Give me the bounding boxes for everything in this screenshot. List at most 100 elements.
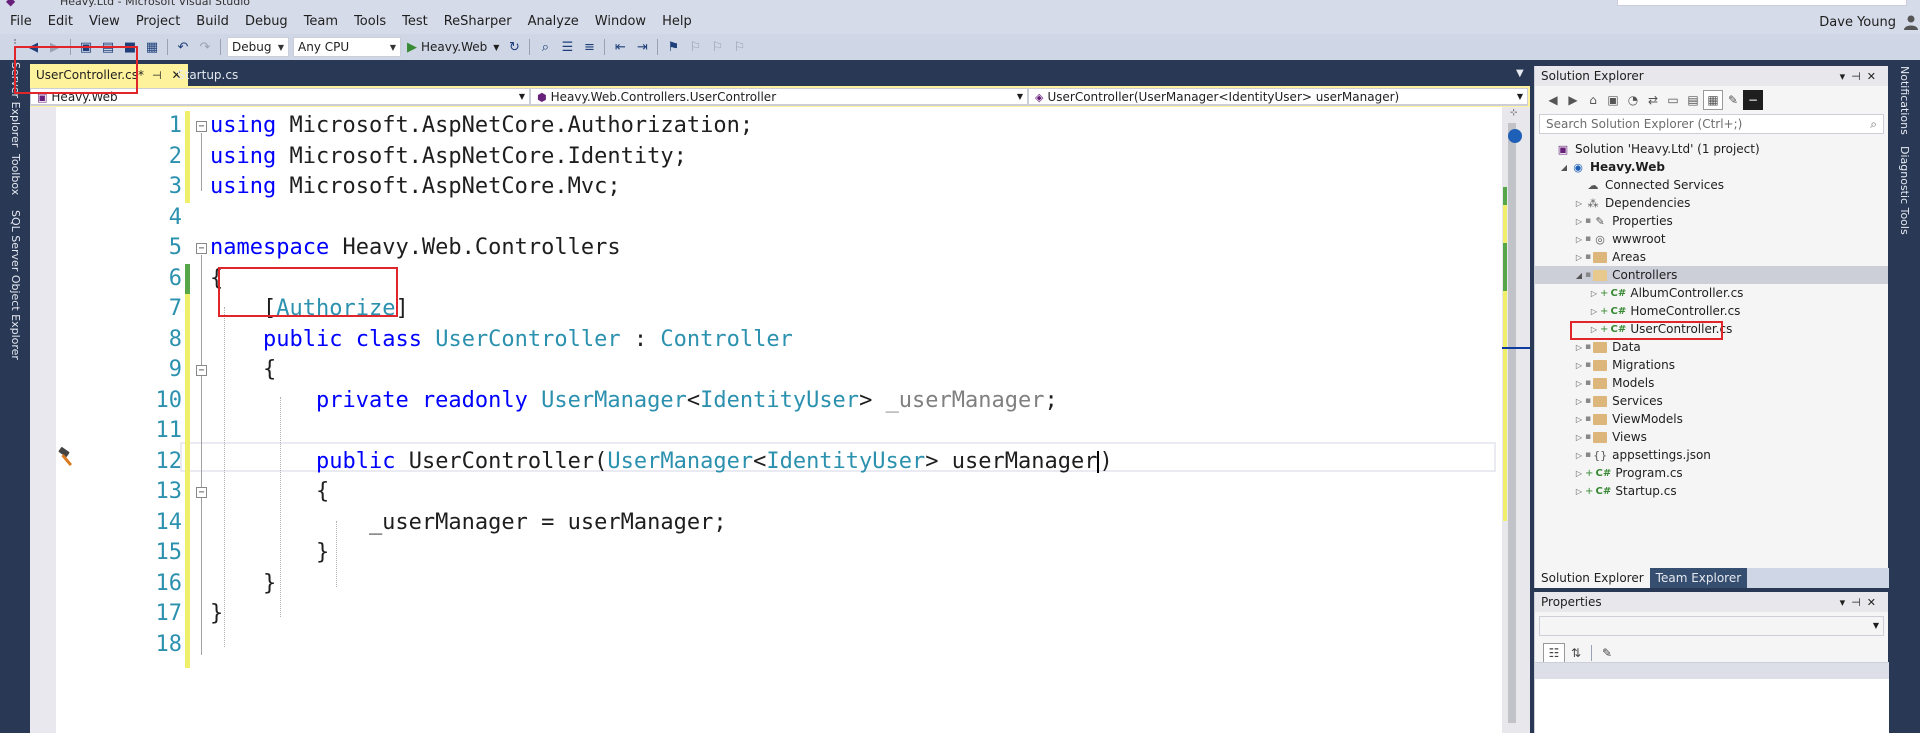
preview-icon[interactable]: −: [1743, 90, 1763, 110]
code-line[interactable]: [210, 630, 1510, 661]
redo-icon[interactable]: ↷: [194, 37, 216, 57]
expand-arrow-icon[interactable]: ▷: [1588, 289, 1600, 298]
user-avatar-icon[interactable]: [1902, 13, 1920, 31]
tree-item-dependencies[interactable]: ▷ ⁂ Dependencies: [1535, 194, 1888, 212]
code-line[interactable]: }: [210, 599, 1510, 630]
tree-item-wwwroot[interactable]: ▷ ▪ ◎ wwwroot: [1535, 230, 1888, 248]
refresh-icon[interactable]: ↻: [503, 37, 525, 57]
menu-tools[interactable]: Tools: [346, 13, 394, 31]
menu-edit[interactable]: Edit: [40, 13, 81, 31]
next-bookmark-icon[interactable]: ⚐: [706, 37, 728, 57]
properties-icon[interactable]: ✎: [1723, 90, 1743, 110]
property-pages-icon[interactable]: ✎: [1596, 643, 1618, 663]
platform-select[interactable]: Any CPU ▼: [293, 37, 401, 57]
tab-list-dropdown-icon[interactable]: ▼: [1516, 68, 1524, 79]
user-name[interactable]: Dave Young: [1819, 15, 1896, 30]
tree-item-controllers[interactable]: ◢ ▪ Controllers: [1535, 266, 1888, 284]
code-line[interactable]: public class UserController : Controller: [210, 325, 1510, 356]
code-line[interactable]: private readonly UserManager<IdentityUse…: [210, 386, 1510, 417]
previous-bookmark-icon[interactable]: ⚐: [684, 37, 706, 57]
tab-team-explorer[interactable]: Team Explorer: [1649, 568, 1748, 588]
code-line[interactable]: _userManager = userManager;: [210, 508, 1510, 539]
expand-arrow-icon[interactable]: ▷: [1573, 199, 1585, 208]
code-line[interactable]: namespace Heavy.Web.Controllers: [210, 233, 1510, 264]
expand-arrow-icon[interactable]: ▷: [1573, 361, 1585, 370]
diagnostic-tools-tab[interactable]: Diagnostic Tools: [1898, 146, 1911, 235]
menu-file[interactable]: File: [0, 13, 40, 31]
menu-project[interactable]: Project: [128, 13, 188, 31]
tab-startup[interactable]: Startup.cs: [171, 64, 244, 86]
menu-debug[interactable]: Debug: [237, 13, 296, 31]
menu-window[interactable]: Window: [587, 13, 654, 31]
bookmark-icon[interactable]: ⚑: [662, 37, 684, 57]
expand-arrow-icon[interactable]: ▷: [1573, 235, 1585, 244]
close-icon[interactable]: ✕: [1867, 596, 1882, 609]
show-all-files-icon[interactable]: ▤: [1683, 90, 1703, 110]
expand-arrow-icon[interactable]: ▷: [1573, 253, 1585, 262]
tab-solution-explorer[interactable]: Solution Explorer: [1535, 568, 1650, 588]
preview-selected-icon[interactable]: ▦: [1703, 90, 1723, 110]
code-line[interactable]: [210, 203, 1510, 234]
user-area[interactable]: Dave Young: [1819, 13, 1920, 31]
sql-server-object-explorer-tab[interactable]: SQL Server Object Explorer: [9, 210, 22, 360]
properties-grid[interactable]: [1535, 662, 1889, 733]
toggle-comment-icon[interactable]: ☰: [556, 37, 578, 57]
pin-icon[interactable]: ⊣: [1851, 70, 1867, 83]
code-line[interactable]: }: [210, 538, 1510, 569]
fold-toggle[interactable]: −: [196, 243, 207, 254]
format-document-icon[interactable]: ≡: [578, 37, 600, 57]
tree-item-views[interactable]: ▷ ▪ Views: [1535, 428, 1888, 446]
menu-test[interactable]: Test: [394, 13, 436, 31]
code-line[interactable]: using Microsoft.AspNetCore.Authorization…: [210, 111, 1510, 142]
tree-item-connected-services[interactable]: ☁ Connected Services: [1535, 176, 1888, 194]
alphabetical-icon[interactable]: ⇅: [1565, 643, 1587, 663]
glyph-margin[interactable]: [30, 107, 56, 733]
expanded-arrow-icon[interactable]: ◢: [1558, 163, 1570, 172]
code-line[interactable]: using Microsoft.AspNetCore.Identity;: [210, 142, 1510, 173]
configuration-select[interactable]: Debug ▼: [227, 37, 289, 57]
find-in-files-icon[interactable]: ⌕: [534, 37, 556, 57]
menu-resharper[interactable]: ReSharper: [436, 13, 520, 31]
categorized-icon[interactable]: ☷: [1543, 643, 1565, 663]
solution-explorer-search-input[interactable]: Search Solution Explorer (Ctrl+;) ⌕: [1539, 114, 1884, 134]
clear-bookmarks-icon[interactable]: ⚐: [728, 37, 750, 57]
type-dropdown[interactable]: ⬢ Heavy.Web.Controllers.UserController ▼: [530, 88, 1028, 105]
code-editor[interactable]: 1 2 3 4 5 6 7 8 9 10 11 12 13 14 15 16 17 18 − − − − usin…: [30, 107, 1502, 733]
quick-actions-hammer-icon[interactable]: [56, 446, 78, 468]
switch-views-icon[interactable]: ▣: [1603, 90, 1623, 110]
menu-analyze[interactable]: Analyze: [520, 13, 587, 31]
code-line[interactable]: [Authorize]: [210, 294, 1510, 325]
code-line[interactable]: public UserController(UserManager<Identi…: [210, 447, 1510, 478]
code-line[interactable]: [210, 416, 1510, 447]
chevron-down-icon[interactable]: ▾: [1840, 70, 1852, 83]
expand-arrow-icon[interactable]: ▷: [1573, 217, 1585, 226]
tree-item-solution-heavy-ltd-1-project[interactable]: ▣ Solution 'Heavy.Ltd' (1 project): [1535, 140, 1888, 158]
back-icon[interactable]: ◀: [1543, 90, 1563, 110]
chevron-down-icon[interactable]: ▼: [493, 43, 499, 52]
menu-help[interactable]: Help: [654, 13, 700, 31]
pin-icon[interactable]: ⊣: [152, 69, 162, 82]
fold-toggle[interactable]: −: [196, 365, 207, 376]
code-line[interactable]: {: [210, 477, 1510, 508]
tree-item-startup-cs[interactable]: ▷ + C# Startup.cs: [1535, 482, 1888, 500]
quick-launch-input[interactable]: [1617, 0, 1907, 6]
undo-icon[interactable]: ↶: [172, 37, 194, 57]
expanded-arrow-icon[interactable]: ◢: [1573, 271, 1585, 280]
save-all-icon[interactable]: ▦: [141, 37, 163, 57]
menu-view[interactable]: View: [81, 13, 128, 31]
expand-arrow-icon[interactable]: ▷: [1573, 415, 1585, 424]
properties-object-select[interactable]: ▼: [1539, 616, 1884, 636]
expand-arrow-icon[interactable]: ▷: [1573, 343, 1585, 352]
outdent-icon[interactable]: ⇤: [609, 37, 631, 57]
scrollbar-thumb[interactable]: [1508, 123, 1516, 723]
tree-item-albumcontroller-cs[interactable]: ▷ + C# AlbumController.cs: [1535, 284, 1888, 302]
tree-item-properties[interactable]: ▷ ▪ ✎ Properties: [1535, 212, 1888, 230]
tree-item-homecontroller-cs[interactable]: ▷ + C# HomeController.cs: [1535, 302, 1888, 320]
home-icon[interactable]: ⌂: [1583, 90, 1603, 110]
forward-icon[interactable]: ▶: [1563, 90, 1583, 110]
menu-build[interactable]: Build: [188, 13, 237, 31]
tree-item-services[interactable]: ▷ ▪ Services: [1535, 392, 1888, 410]
expand-arrow-icon[interactable]: ▷: [1573, 451, 1585, 460]
menu-team[interactable]: Team: [296, 13, 346, 31]
start-debugging-button[interactable]: ▶ Heavy.Web ▼: [403, 37, 503, 57]
